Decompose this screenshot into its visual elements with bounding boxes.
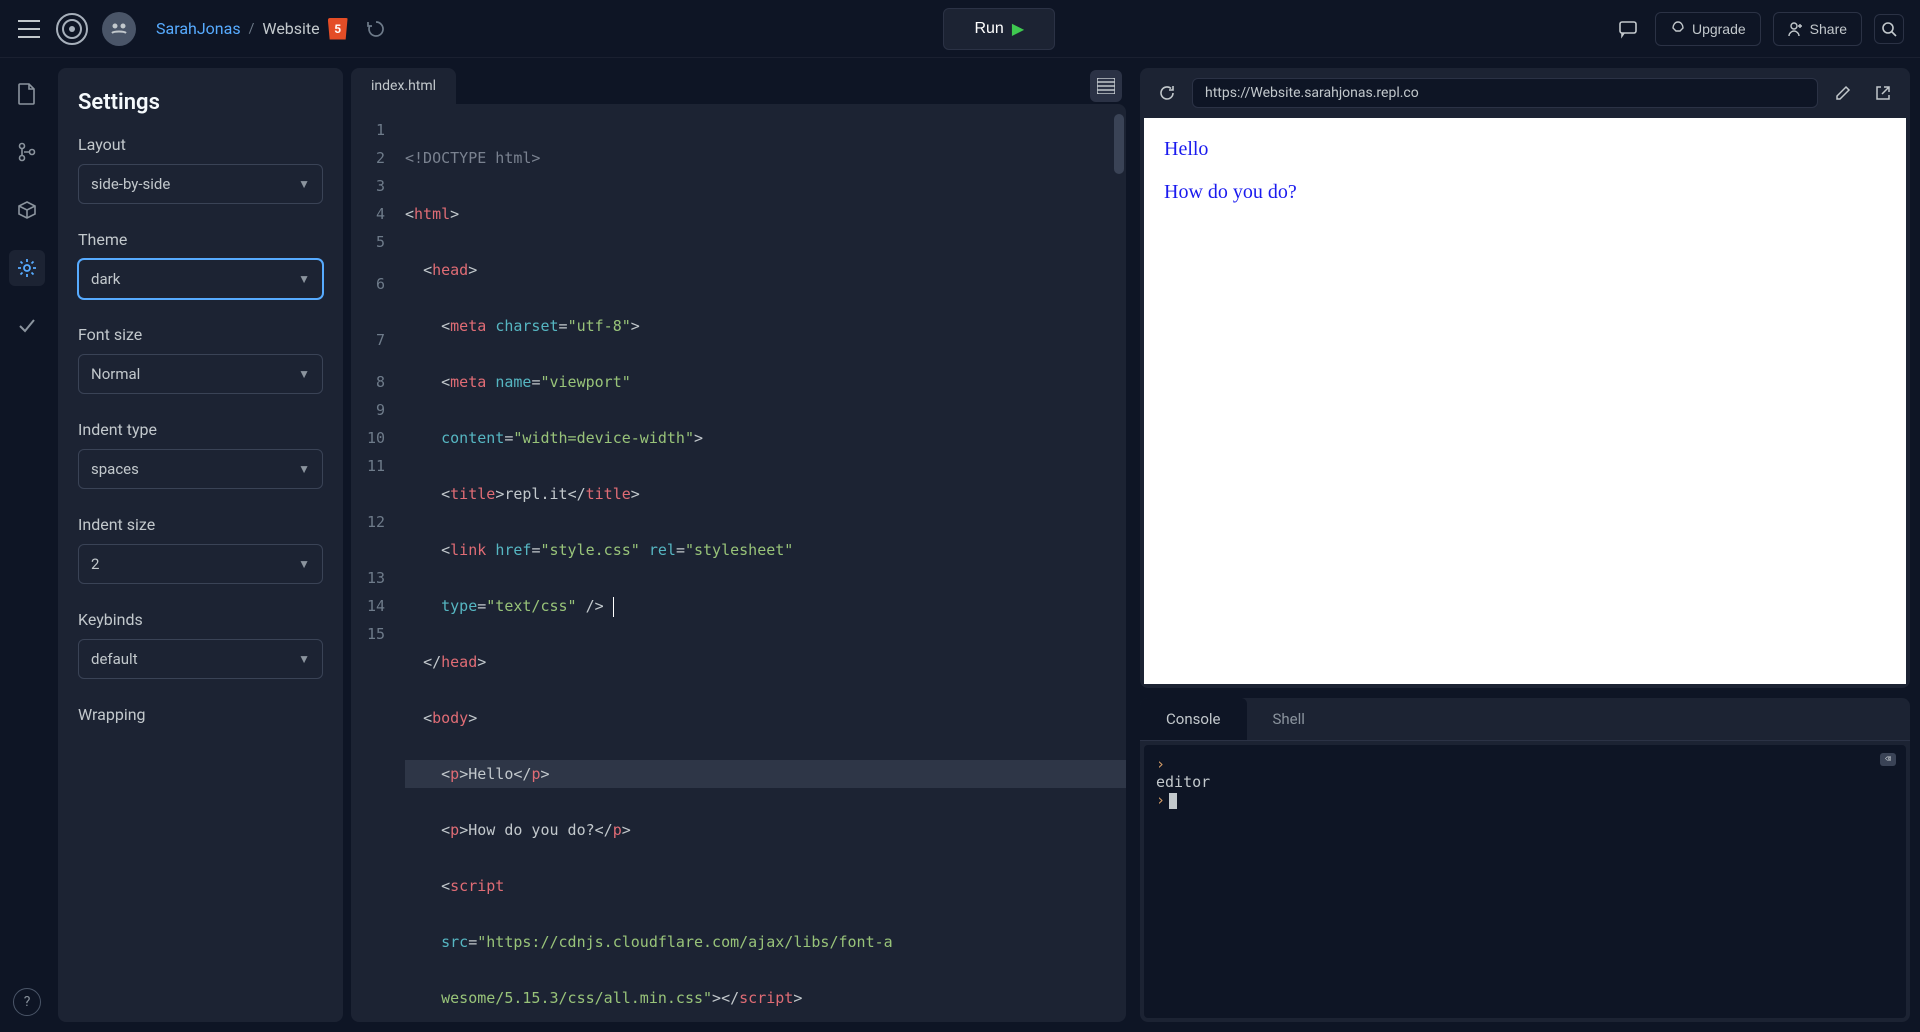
- history-icon[interactable]: [366, 19, 386, 39]
- chevron-down-icon: ▼: [298, 652, 310, 666]
- theme-select[interactable]: dark ▼: [78, 259, 323, 299]
- settings-title: Settings: [78, 90, 323, 115]
- console-line: editor: [1156, 773, 1894, 791]
- play-icon: ▶: [1012, 19, 1024, 39]
- chevron-down-icon: ▼: [298, 367, 310, 381]
- refresh-icon[interactable]: [1152, 78, 1182, 108]
- theme-value: dark: [91, 270, 120, 288]
- console-output[interactable]: ⌫ › editor ›: [1144, 745, 1906, 1018]
- indent-size-select[interactable]: 2 ▼: [78, 544, 323, 584]
- keybinds-value: default: [91, 650, 138, 668]
- run-button[interactable]: Run ▶: [943, 8, 1055, 50]
- keybinds-label: Keybinds: [78, 610, 323, 629]
- code-content[interactable]: <!DOCTYPE html> <html> <head> <meta char…: [397, 104, 1126, 1022]
- console-pane: Console Shell ⌫ › editor ›: [1140, 698, 1910, 1022]
- side-rail: ?: [0, 58, 54, 1032]
- version-control-icon[interactable]: [9, 134, 45, 170]
- edit-icon[interactable]: [1828, 78, 1858, 108]
- editor-tab[interactable]: index.html: [351, 68, 456, 104]
- upgrade-button[interactable]: Upgrade: [1655, 12, 1761, 46]
- check-icon[interactable]: [9, 308, 45, 344]
- add-user-icon: [1788, 21, 1804, 37]
- chevron-down-icon: ▼: [298, 177, 310, 191]
- preview-pane: Hello How do you do?: [1140, 68, 1910, 688]
- font-size-select[interactable]: Normal ▼: [78, 354, 323, 394]
- indent-size-label: Indent size: [78, 515, 323, 534]
- search-icon[interactable]: [1874, 14, 1904, 44]
- files-icon[interactable]: [9, 76, 45, 112]
- breadcrumb: SarahJonas / Website 5: [156, 18, 386, 40]
- layout-label: Layout: [78, 135, 323, 154]
- chevron-down-icon: ▼: [298, 272, 310, 286]
- font-size-label: Font size: [78, 325, 323, 344]
- keybinds-select[interactable]: default ▼: [78, 639, 323, 679]
- top-bar: SarahJonas / Website 5 Run ▶ Upgrade Sha…: [0, 0, 1920, 58]
- user-avatar[interactable]: [102, 12, 136, 46]
- share-button[interactable]: Share: [1773, 12, 1862, 46]
- help-icon[interactable]: ?: [13, 988, 41, 1016]
- rocket-icon: [1670, 21, 1686, 37]
- layout-value: side-by-side: [91, 175, 170, 193]
- right-column: Hello How do you do? Console Shell ⌫ › e…: [1140, 68, 1910, 1022]
- preview-paragraph: How do you do?: [1164, 181, 1886, 204]
- tab-console[interactable]: Console: [1140, 698, 1247, 740]
- chevron-down-icon: ▼: [298, 557, 310, 571]
- settings-icon[interactable]: [9, 250, 45, 286]
- indent-type-value: spaces: [91, 460, 139, 478]
- chevron-down-icon: ▼: [298, 462, 310, 476]
- upgrade-label: Upgrade: [1692, 21, 1746, 37]
- tab-shell[interactable]: Shell: [1247, 698, 1331, 740]
- breadcrumb-separator: /: [249, 21, 255, 37]
- code-editor[interactable]: 1 2 3 4 5 6 7 8 9 10 11 12 13 14 15 <!DO…: [351, 104, 1126, 1022]
- run-button-label: Run: [974, 20, 1003, 38]
- editor-scrollbar[interactable]: [1114, 114, 1124, 174]
- wrapping-label: Wrapping: [78, 705, 323, 724]
- open-external-icon[interactable]: [1868, 78, 1898, 108]
- preview-viewport[interactable]: Hello How do you do?: [1144, 118, 1906, 684]
- breadcrumb-user[interactable]: SarahJonas: [156, 19, 241, 38]
- clear-console-icon[interactable]: ⌫: [1880, 753, 1896, 766]
- line-gutter: 1 2 3 4 5 6 7 8 9 10 11 12 13 14 15: [351, 104, 397, 1022]
- settings-panel: Settings Layout side-by-side ▼ Theme dar…: [58, 68, 343, 1022]
- layout-toggle-icon[interactable]: [1090, 70, 1122, 102]
- menu-icon[interactable]: [16, 16, 42, 42]
- column-resize-handle[interactable]: [1130, 58, 1136, 1032]
- console-cursor: [1169, 793, 1177, 809]
- chat-icon[interactable]: [1613, 14, 1643, 44]
- theme-label: Theme: [78, 230, 323, 249]
- indent-size-value: 2: [91, 555, 99, 573]
- preview-paragraph: Hello: [1164, 138, 1886, 161]
- packages-icon[interactable]: [9, 192, 45, 228]
- breadcrumb-project[interactable]: Website: [262, 19, 319, 38]
- indent-type-select[interactable]: spaces ▼: [78, 449, 323, 489]
- editor-column: index.html 1 2 3 4 5 6 7 8 9 10 11 12 13: [351, 68, 1126, 1022]
- html5-icon: 5: [328, 18, 348, 40]
- font-size-value: Normal: [91, 365, 140, 383]
- replit-logo-icon[interactable]: [54, 11, 90, 47]
- preview-url-input[interactable]: [1192, 78, 1818, 108]
- indent-type-label: Indent type: [78, 420, 323, 439]
- share-label: Share: [1810, 21, 1847, 37]
- layout-select[interactable]: side-by-side ▼: [78, 164, 323, 204]
